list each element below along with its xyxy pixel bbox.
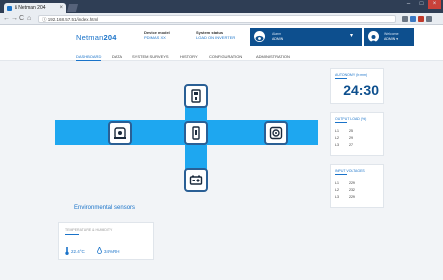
address-bar[interactable]: ⓘ 192.168.57.51/index.html bbox=[38, 15, 396, 23]
alarm-panel[interactable]: Alarm ADMIN ▾ bbox=[250, 28, 362, 46]
back-button[interactable]: ← bbox=[3, 14, 10, 24]
user-icon bbox=[368, 31, 379, 43]
new-tab-button[interactable] bbox=[66, 4, 79, 12]
menu-dashboard[interactable]: DASHBOARD bbox=[76, 54, 102, 61]
forward-button[interactable]: → bbox=[11, 14, 18, 24]
input-row: L2 232 bbox=[335, 188, 355, 192]
browser-titlebar: ℹ Netman 204 × – □ × bbox=[0, 0, 443, 13]
temperature-humidity-title: TEMPERATURE & HUMIDITY bbox=[65, 228, 113, 232]
divider bbox=[65, 234, 79, 235]
temperature-value: 22.4°C bbox=[71, 249, 85, 254]
input-voltages-title: INPUT VOLTAGES bbox=[335, 169, 365, 173]
input-voltages-card: INPUT VOLTAGES L1 229 L2 232 L3 229 bbox=[330, 164, 384, 208]
bypass-icon bbox=[191, 89, 201, 103]
load-icon bbox=[269, 126, 283, 140]
browser-toolbar: ← → C ⌂ ⓘ 192.168.57.51/index.html bbox=[0, 13, 443, 25]
output-row: L3 27 bbox=[335, 143, 353, 147]
logo: Netman204 bbox=[76, 33, 117, 42]
main-menu: DASHBOARD DATA SYSTEM SURVEYS HISTORY CO… bbox=[0, 53, 443, 61]
welcome-text: Welcome ADMIN ▾ bbox=[384, 32, 399, 41]
home-button[interactable]: ⌂ bbox=[27, 14, 31, 24]
output-load-card: OUTPUT LOAD (%) L1 25 L2 29 L3 27 bbox=[330, 112, 384, 156]
output-load-title: OUTPUT LOAD (%) bbox=[335, 117, 367, 121]
autonomy-card: AUTONOMY (h:mm) 24:30 bbox=[330, 68, 384, 104]
favicon-icon bbox=[7, 5, 12, 11]
star-icon[interactable] bbox=[402, 16, 408, 22]
divider bbox=[335, 174, 347, 175]
close-window-button[interactable]: × bbox=[428, 0, 441, 9]
divider bbox=[335, 122, 347, 123]
minimize-button[interactable]: – bbox=[402, 0, 415, 9]
extension-icon[interactable] bbox=[418, 16, 424, 22]
output-row: L2 29 bbox=[335, 136, 353, 140]
bypass-node[interactable] bbox=[184, 84, 208, 108]
browser-tab[interactable]: ℹ Netman 204 × bbox=[4, 3, 66, 13]
input-row: L3 229 bbox=[335, 195, 355, 199]
menu-configuration[interactable]: CONFIGURATION bbox=[209, 54, 242, 60]
grid-icon bbox=[114, 127, 126, 139]
ups-node[interactable] bbox=[184, 121, 208, 145]
menu-icon[interactable] bbox=[426, 16, 432, 22]
reload-button[interactable]: C bbox=[19, 14, 24, 24]
menu-system-surveys[interactable]: SYSTEM SURVEYS bbox=[132, 54, 169, 60]
alarm-text: Alarm ADMIN bbox=[272, 32, 284, 41]
battery-node[interactable] bbox=[184, 168, 208, 192]
menu-data[interactable]: DATA bbox=[112, 54, 122, 60]
tab-close-icon[interactable]: × bbox=[59, 3, 63, 13]
menu-administration[interactable]: ADMINISTRATION bbox=[256, 54, 290, 60]
extension-icon[interactable] bbox=[410, 16, 416, 22]
tab-title: ℹ Netman 204 bbox=[15, 5, 46, 11]
autonomy-value: 24:30 bbox=[343, 82, 379, 98]
battery-icon bbox=[189, 175, 203, 185]
divider bbox=[335, 78, 347, 79]
thermometer-icon bbox=[65, 247, 69, 255]
input-node[interactable] bbox=[108, 121, 132, 145]
ups-status-icon bbox=[254, 31, 265, 42]
ups-icon bbox=[192, 126, 200, 140]
app-header: Netman204 Device model PDIMAS XX System … bbox=[0, 25, 443, 53]
system-status: System status LOAD ON INVERTER bbox=[196, 30, 236, 40]
user-menu[interactable]: Welcome ADMIN ▾ bbox=[364, 28, 414, 46]
temperature-humidity-card: TEMPERATURE & HUMIDITY 22.4°C 34%RH bbox=[58, 222, 154, 260]
menu-history[interactable]: HISTORY bbox=[180, 54, 198, 60]
output-node[interactable] bbox=[264, 121, 288, 145]
humidity-value: 34%RH bbox=[104, 249, 120, 254]
chevron-down-icon[interactable]: ▾ bbox=[350, 32, 353, 39]
device-model: Device model PDIMAS XX bbox=[144, 30, 170, 40]
input-row: L1 229 bbox=[335, 181, 355, 185]
humidity-icon bbox=[97, 247, 102, 254]
output-row: L1 25 bbox=[335, 129, 353, 133]
environmental-sensors-title: Environmental sensors bbox=[74, 205, 136, 211]
maximize-button[interactable]: □ bbox=[415, 0, 428, 9]
autonomy-title: AUTONOMY (h:mm) bbox=[335, 73, 368, 77]
